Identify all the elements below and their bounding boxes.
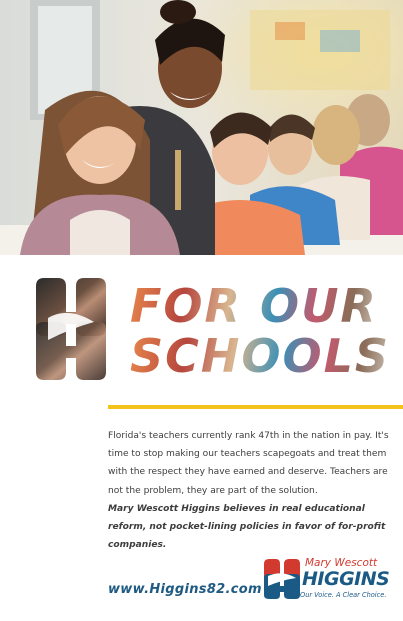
headline-line-1: FOR OUR <box>130 283 378 329</box>
brand-logo: Mary Wescott HIGGINS Our Voice. A Clear … <box>262 556 392 606</box>
brand-surname: HIGGINS <box>302 568 390 590</box>
body-copy: Florida's teachers currently rank 47th i… <box>108 427 398 554</box>
body-paragraph: Florida's teachers currently rank 47th i… <box>108 431 389 496</box>
accent-rule <box>108 405 403 409</box>
headline-line-2-text: SCHOOLS <box>130 329 391 383</box>
headline-line-2: SCHOOLS <box>130 333 390 379</box>
classroom-photo <box>0 0 403 255</box>
website-link[interactable]: www.Higgins82.com <box>108 582 262 597</box>
headline-line-1-text: FOR OUR <box>130 279 378 333</box>
body-emphasis: Mary Wescott Higgins believes in real ed… <box>108 503 386 551</box>
brand-tagline: Our Voice. A Clear Choice. <box>300 591 387 599</box>
higgins-monogram-icon <box>262 558 302 600</box>
double-h-monogram-icon <box>28 278 114 380</box>
